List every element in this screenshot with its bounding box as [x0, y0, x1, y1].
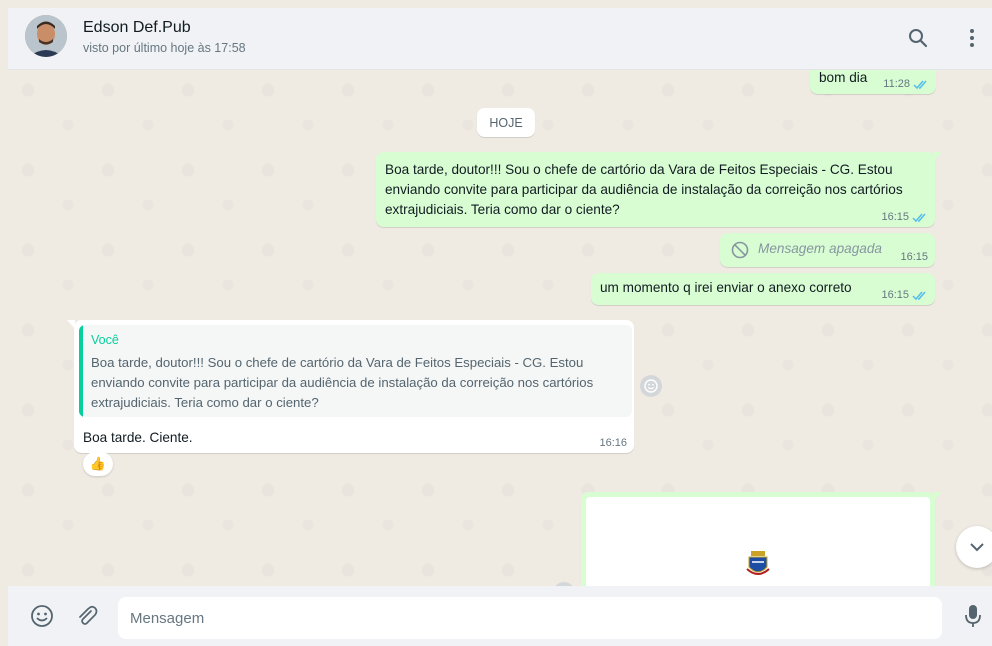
contact-name[interactable]: Edson Def.Pub	[83, 19, 191, 37]
message-outgoing[interactable]: um momento q irei enviar o anexo correto…	[591, 273, 935, 305]
message-time: 16:15	[900, 251, 928, 263]
react-emoji-button[interactable]	[640, 375, 662, 397]
chevron-down-icon	[970, 543, 984, 552]
quote-text: Boa tarde, doutor!!! Sou o chefe de cart…	[91, 355, 594, 410]
contact-avatar[interactable]	[25, 15, 67, 57]
double-check-icon	[913, 80, 927, 89]
message-text: Boa tarde, doutor!!! Sou o chefe de cart…	[385, 162, 903, 217]
last-seen-status: visto por último hoje às 17:58	[83, 41, 246, 55]
paperclip-icon[interactable]	[74, 603, 100, 629]
reaction-badge[interactable]: 👍	[83, 452, 113, 476]
kebab-menu-icon[interactable]	[960, 26, 984, 50]
message-text: Mensagem apagada	[758, 241, 882, 256]
message-list[interactable]: bom dia 11:28 HOJE Boa tarde, doutor!!! …	[8, 70, 992, 586]
emoji-icon[interactable]	[29, 603, 55, 629]
message-time: 16:16	[599, 437, 627, 449]
blocked-icon	[731, 241, 749, 259]
message-text: bom dia	[819, 70, 868, 85]
message-text: um momento q irei enviar o anexo correto	[600, 280, 852, 295]
double-check-icon	[912, 291, 926, 300]
quoted-message[interactable]: Você Boa tarde, doutor!!! Sou o chefe de…	[79, 325, 632, 417]
microphone-icon[interactable]	[960, 603, 986, 629]
quote-author: Você	[91, 333, 119, 347]
message-meta: 16:16	[599, 437, 627, 449]
scroll-to-bottom-button[interactable]	[956, 526, 992, 568]
document-message[interactable]	[581, 492, 942, 586]
double-check-icon	[912, 213, 926, 222]
day-separator: HOJE	[477, 108, 535, 137]
message-outgoing[interactable]: bom dia 11:28	[810, 70, 936, 94]
search-icon[interactable]	[906, 26, 930, 50]
message-meta: 16:15	[881, 289, 928, 301]
chat-header[interactable]: Edson Def.Pub visto por último hoje às 1…	[8, 8, 992, 70]
composer-bar	[8, 586, 992, 646]
coat-of-arms-icon	[746, 551, 770, 575]
message-incoming[interactable]: Você Boa tarde, doutor!!! Sou o chefe de…	[67, 320, 634, 453]
document-thumbnail[interactable]	[586, 497, 930, 586]
message-meta: 16:15	[900, 251, 928, 263]
message-outgoing[interactable]: Boa tarde, doutor!!! Sou o chefe de cart…	[376, 152, 942, 227]
message-meta: 16:15	[881, 211, 928, 223]
message-text: Boa tarde. Ciente.	[83, 430, 193, 445]
message-input[interactable]	[118, 597, 942, 639]
message-meta: 11:28	[883, 78, 929, 90]
message-deleted[interactable]: Mensagem apagada 16:15	[720, 233, 935, 267]
message-time: 11:28	[883, 78, 910, 90]
message-time: 16:15	[881, 289, 909, 301]
message-time: 16:15	[881, 211, 909, 223]
